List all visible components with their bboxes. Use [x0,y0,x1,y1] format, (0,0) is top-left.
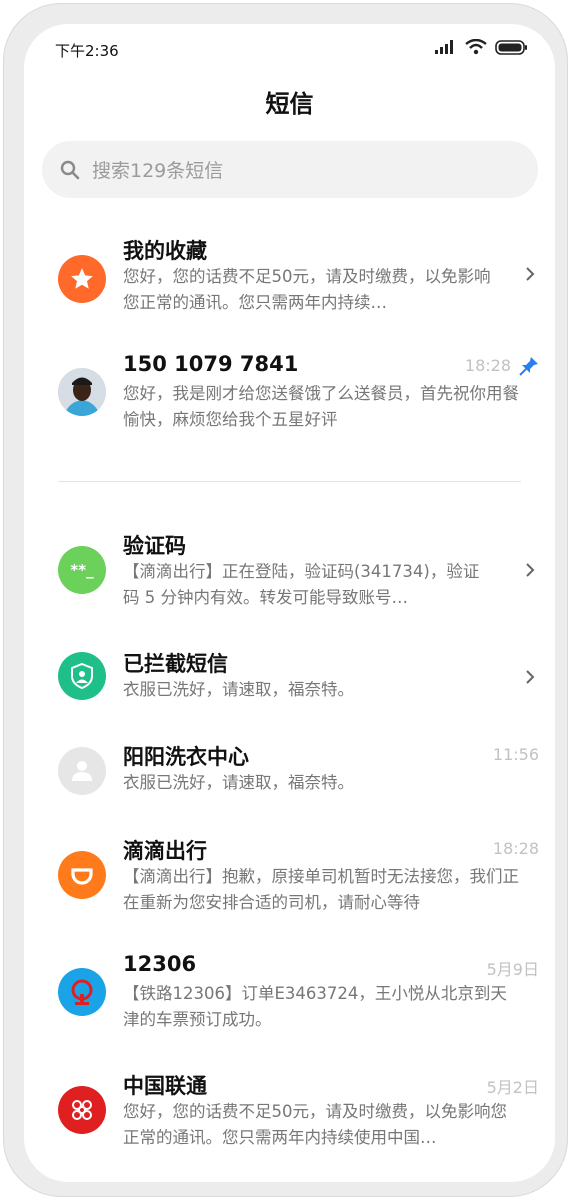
conversation-name: 验证码 [123,534,186,558]
list-item-unicom[interactable]: 中国联通 5月2日 您好，您的话费不足50元，请及时缴费，以免影响您正常的通讯。… [24,1066,555,1166]
unicom-icon [58,1086,106,1134]
conversation-preview: 【铁路12306】订单E3463724，王小悦从北京到天津的车票预订成功。 [123,984,507,1029]
list-item-12306[interactable]: 12306 5月9日 【铁路12306】订单E3463724，王小悦从北京到天津… [24,948,555,1048]
star-icon [58,255,106,303]
chevron-right-icon [526,563,535,577]
chevron-right-icon [526,670,535,684]
list-item-blocked[interactable]: 已拦截短信 衣服已洗好，请速取，福奈特。 [24,644,555,744]
conversation-preview: 衣服已洗好，请速取，福奈特。 [123,773,354,792]
phone-frame: 下午2:36 短信 搜索129条短信 我的收藏 您好，您的话费不足50元，请及时… [3,3,568,1197]
conversation-preview: 您好，您的话费不足50元，请及时缴费，以免影响您正常的通讯。您只需两年内持续使用… [123,1102,507,1147]
status-icons [435,39,527,55]
list-item-phone[interactable]: 150 1079 7841 18:28 您好，我是刚才给您送餐饿了么送餐员，首先… [24,346,555,446]
pin-icon [519,357,538,376]
railway-icon [58,968,106,1016]
conversation-preview: 【滴滴出行】正在登陆，验证码(341734)，验证码 5 分钟内有效。转发可能导… [123,562,480,607]
screen: 下午2:36 短信 搜索129条短信 我的收藏 您好，您的话费不足50元，请及时… [24,24,555,1182]
search-placeholder: 搜索129条短信 [92,160,224,182]
conversation-name: 12306 [123,952,197,976]
conversation-time: 18:28 [464,356,511,375]
conversation-name: 阳阳洗衣中心 [123,745,249,769]
conversation-name: 滴滴出行 [123,839,207,863]
conversation-name: 中国联通 [123,1074,207,1098]
conversation-name: 150 1079 7841 [123,352,299,376]
section-divider [58,481,521,482]
conversation-time: 5月9日 [486,960,539,979]
list-item-verification[interactable]: **_ 验证码 【滴滴出行】正在登陆，验证码(341734)，验证码 5 分钟内… [24,526,555,626]
list-item-didi[interactable]: 滴滴出行 18:28 【滴滴出行】抱歉，原接单司机暂时无法接您，我们正在重新为您… [24,831,555,931]
search-bar[interactable]: 搜索129条短信 [42,141,538,198]
battery-icon [495,39,527,55]
conversation-preview: 您好，我是刚才给您送餐饿了么送餐员，首先祝你用餐愉快，麻烦您给我个五星好评 [123,384,519,429]
person-icon [58,747,106,795]
person-photo [58,368,106,416]
wifi-icon [465,39,487,55]
status-time: 下午2:36 [55,42,119,60]
conversation-time: 18:28 [492,839,539,858]
page-title: 短信 [265,90,314,118]
conversation-preview: 衣服已洗好，请速取，福奈特。 [123,680,354,699]
list-item-laundry[interactable]: 阳阳洗衣中心 11:56 衣服已洗好，请速取，福奈特。 [24,737,555,837]
code-icon: **_ [58,546,106,594]
chevron-right-icon [526,267,535,281]
shield-icon [58,652,106,700]
conversation-preview: 【滴滴出行】抱歉，原接单司机暂时无法接您，我们正在重新为您安排合适的司机，请耐心… [123,867,519,912]
conversation-name: 我的收藏 [123,239,207,263]
signal-icon [435,40,453,54]
list-item-favorites[interactable]: 我的收藏 您好，您的话费不足50元，请及时缴费，以免影响您正常的通讯。您只需两年… [24,229,555,329]
conversation-time: 5月2日 [486,1078,539,1097]
didi-icon [58,851,106,899]
search-icon [60,160,80,179]
conversation-preview: 您好，您的话费不足50元，请及时缴费，以免影响您正常的通讯。您只需两年内持续… [123,267,491,312]
status-bar: 下午2:36 [24,24,555,74]
conversation-time: 11:56 [492,745,539,764]
conversation-name: 已拦截短信 [123,652,228,676]
